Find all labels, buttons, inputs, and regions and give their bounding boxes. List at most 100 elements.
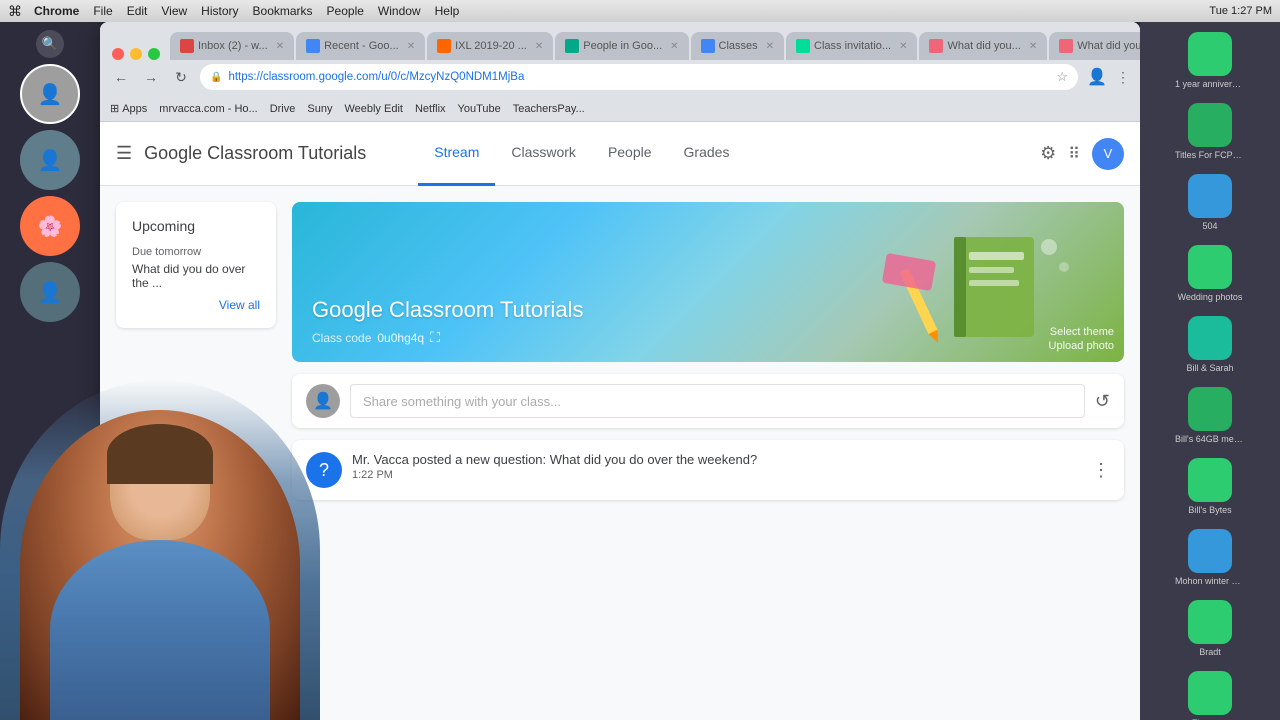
menubar-time: Tue 1:27 PM <box>1209 5 1272 17</box>
bookmark-suny[interactable]: Suny <box>307 103 332 115</box>
menu-chrome[interactable]: Chrome <box>34 4 79 18</box>
tab-close-what1[interactable]: ✕ <box>1029 41 1037 52</box>
user-avatar[interactable]: V <box>1092 138 1124 170</box>
app-icon-finances <box>1188 671 1232 715</box>
tab-close-recent[interactable]: ✕ <box>407 41 415 52</box>
chrome-window: Inbox (2) - w... ✕ Recent - Goo... ✕ IXL… <box>100 22 1140 720</box>
apps-icon: ⊞ <box>110 102 119 115</box>
bookmark-youtube[interactable]: YouTube <box>458 103 501 115</box>
bookmark-apps[interactable]: ⊞ Apps <box>110 102 147 115</box>
tab-people[interactable]: People in Goo... ✕ <box>555 32 688 60</box>
tab-classes[interactable]: Classes ✕ <box>691 32 785 60</box>
upload-photo-button[interactable]: Upload photo <box>1049 340 1114 352</box>
google-apps-icon[interactable]: ⠿ <box>1068 144 1080 164</box>
bookmark-drive[interactable]: Drive <box>270 103 296 115</box>
sidebar-avatar-5[interactable]: T <box>25 682 75 712</box>
bookmark-netflix[interactable]: Netflix <box>415 103 446 115</box>
sidebar-search-button[interactable]: 🔍 <box>36 30 64 58</box>
tab-recent[interactable]: Recent - Goo... ✕ <box>296 32 425 60</box>
menu-window[interactable]: Window <box>378 4 421 18</box>
stream-column: Google Classroom Tutorials Class code 0u… <box>292 202 1124 704</box>
app-label-titles: Titles For FCPX Date...Folder <box>1175 150 1245 160</box>
tab-inbox[interactable]: Inbox (2) - w... ✕ <box>170 32 294 60</box>
tab-invite[interactable]: Class invitatio... ✕ <box>786 32 917 60</box>
apple-menu[interactable]: ⌘ <box>8 3 22 20</box>
close-button[interactable] <box>112 48 124 60</box>
sidebar-avatar-1[interactable]: 👤 <box>20 64 80 124</box>
app-icon-billsarah <box>1188 316 1232 360</box>
gc-header-right: ⚙ ⠿ V <box>1040 138 1124 170</box>
refresh-button[interactable]: ↻ <box>170 66 192 88</box>
menu-history[interactable]: History <box>201 4 238 18</box>
bookmark-suny-label: Suny <box>307 103 332 115</box>
traffic-lights <box>108 42 168 60</box>
bookmark-weebly[interactable]: Weebly Edit <box>344 103 403 115</box>
mac-app-504[interactable]: 504 <box>1144 168 1276 237</box>
view-all-button[interactable]: View all <box>132 298 260 312</box>
forward-button[interactable]: → <box>140 66 162 88</box>
repost-icon[interactable]: ↺ <box>1095 391 1110 412</box>
gc-center-content: Upcoming Due tomorrow What did you do ov… <box>100 186 1140 720</box>
mac-app-wedding[interactable]: Wedding photos <box>1144 239 1276 308</box>
app-icon-mohon <box>1188 529 1232 573</box>
bookmarks-bar: ⊞ Apps mrvacca.com - Ho... Drive Suny We… <box>100 96 1140 122</box>
question-icon: ? <box>319 460 329 481</box>
app-icon-titles <box>1188 103 1232 147</box>
app-label-bradt: Bradt <box>1199 647 1221 657</box>
expand-icon[interactable]: ⛶ <box>430 329 440 346</box>
select-theme-button[interactable]: Select theme <box>1050 326 1114 338</box>
settings-gear-icon[interactable]: ⚙ <box>1040 143 1056 164</box>
menu-view[interactable]: View <box>161 4 187 18</box>
tab-grades[interactable]: Grades <box>668 122 746 186</box>
sidebar-avatar-3[interactable]: 🌸 <box>20 196 80 256</box>
mac-app-bradt[interactable]: Bradt <box>1144 594 1276 663</box>
profile-button[interactable]: 👤 <box>1086 66 1108 88</box>
tab-close-invite[interactable]: ✕ <box>899 41 907 52</box>
sidebar-avatar-2[interactable]: 👤 <box>20 130 80 190</box>
menu-people[interactable]: People <box>327 4 364 18</box>
maximize-button[interactable] <box>148 48 160 60</box>
tab-ixl[interactable]: IXL 2019-20 ... ✕ <box>427 32 553 60</box>
tab-people[interactable]: People <box>592 122 668 186</box>
mac-app-finances[interactable]: Finances <box>1144 665 1276 720</box>
menu-file[interactable]: File <box>93 4 112 18</box>
lock-icon: 🔒 <box>210 72 222 83</box>
tab-what1[interactable]: What did you... ✕ <box>919 32 1047 60</box>
mac-app-billsarah[interactable]: Bill & Sarah <box>1144 310 1276 379</box>
bookmark-teacherspay[interactable]: TeachersPay... <box>513 103 585 115</box>
app-label-billsarah: Bill & Sarah <box>1186 363 1233 373</box>
gc-main: Upcoming Due tomorrow What did you do ov… <box>100 186 1140 720</box>
mac-app-64gb[interactable]: Bill's 64GB mem. card <box>1144 381 1276 450</box>
mac-menubar: ⌘ Chrome File Edit View History Bookmark… <box>0 0 1280 22</box>
mac-app-titles[interactable]: Titles For FCPX Date...Folder <box>1144 97 1276 166</box>
post-more-options[interactable]: ⋮ <box>1092 460 1110 481</box>
tab-classwork[interactable]: Classwork <box>495 122 592 186</box>
back-button[interactable]: ← <box>110 66 132 88</box>
mac-app-mohon[interactable]: Mohon winter drone <box>1144 523 1276 592</box>
mac-app-anniversary[interactable]: 1 year anniversary <box>1144 26 1276 95</box>
hamburger-menu[interactable]: ☰ <box>116 143 132 164</box>
tab-close-classes[interactable]: ✕ <box>766 41 774 52</box>
app-icon-billsbytes <box>1188 458 1232 502</box>
sidebar-expand[interactable]: ▶ <box>45 662 54 676</box>
address-field[interactable]: 🔒 https://classroom.google.com/u/0/c/Mzc… <box>200 64 1078 90</box>
chrome-menu-button[interactable]: ⋮ <box>1116 69 1130 86</box>
bookmark-mrvacca[interactable]: mrvacca.com - Ho... <box>159 103 257 115</box>
tab-close-inbox[interactable]: ✕ <box>276 41 284 52</box>
tab-close-ixl[interactable]: ✕ <box>535 41 543 52</box>
menu-bookmarks[interactable]: Bookmarks <box>253 4 313 18</box>
mac-app-billsbytes[interactable]: Bill's Bytes <box>1144 452 1276 521</box>
app-label-anniversary: 1 year anniversary <box>1175 79 1245 89</box>
tab-close-people[interactable]: ✕ <box>670 41 678 52</box>
sidebar-avatar-4[interactable]: 👤 <box>20 262 80 322</box>
menu-help[interactable]: Help <box>435 4 460 18</box>
share-input[interactable]: Share something with your class... <box>350 384 1085 418</box>
minimize-button[interactable] <box>130 48 142 60</box>
menu-edit[interactable]: Edit <box>127 4 148 18</box>
bookmark-netflix-label: Netflix <box>415 103 446 115</box>
post-time: 1:22 PM <box>352 469 1082 481</box>
tab-stream[interactable]: Stream <box>418 122 495 186</box>
stream-post: ? Mr. Vacca posted a new question: What … <box>292 440 1124 500</box>
bookmark-star-icon[interactable]: ☆ <box>1056 69 1068 85</box>
chrome-content: ☰ Google Classroom Tutorials Stream Clas… <box>100 122 1140 720</box>
